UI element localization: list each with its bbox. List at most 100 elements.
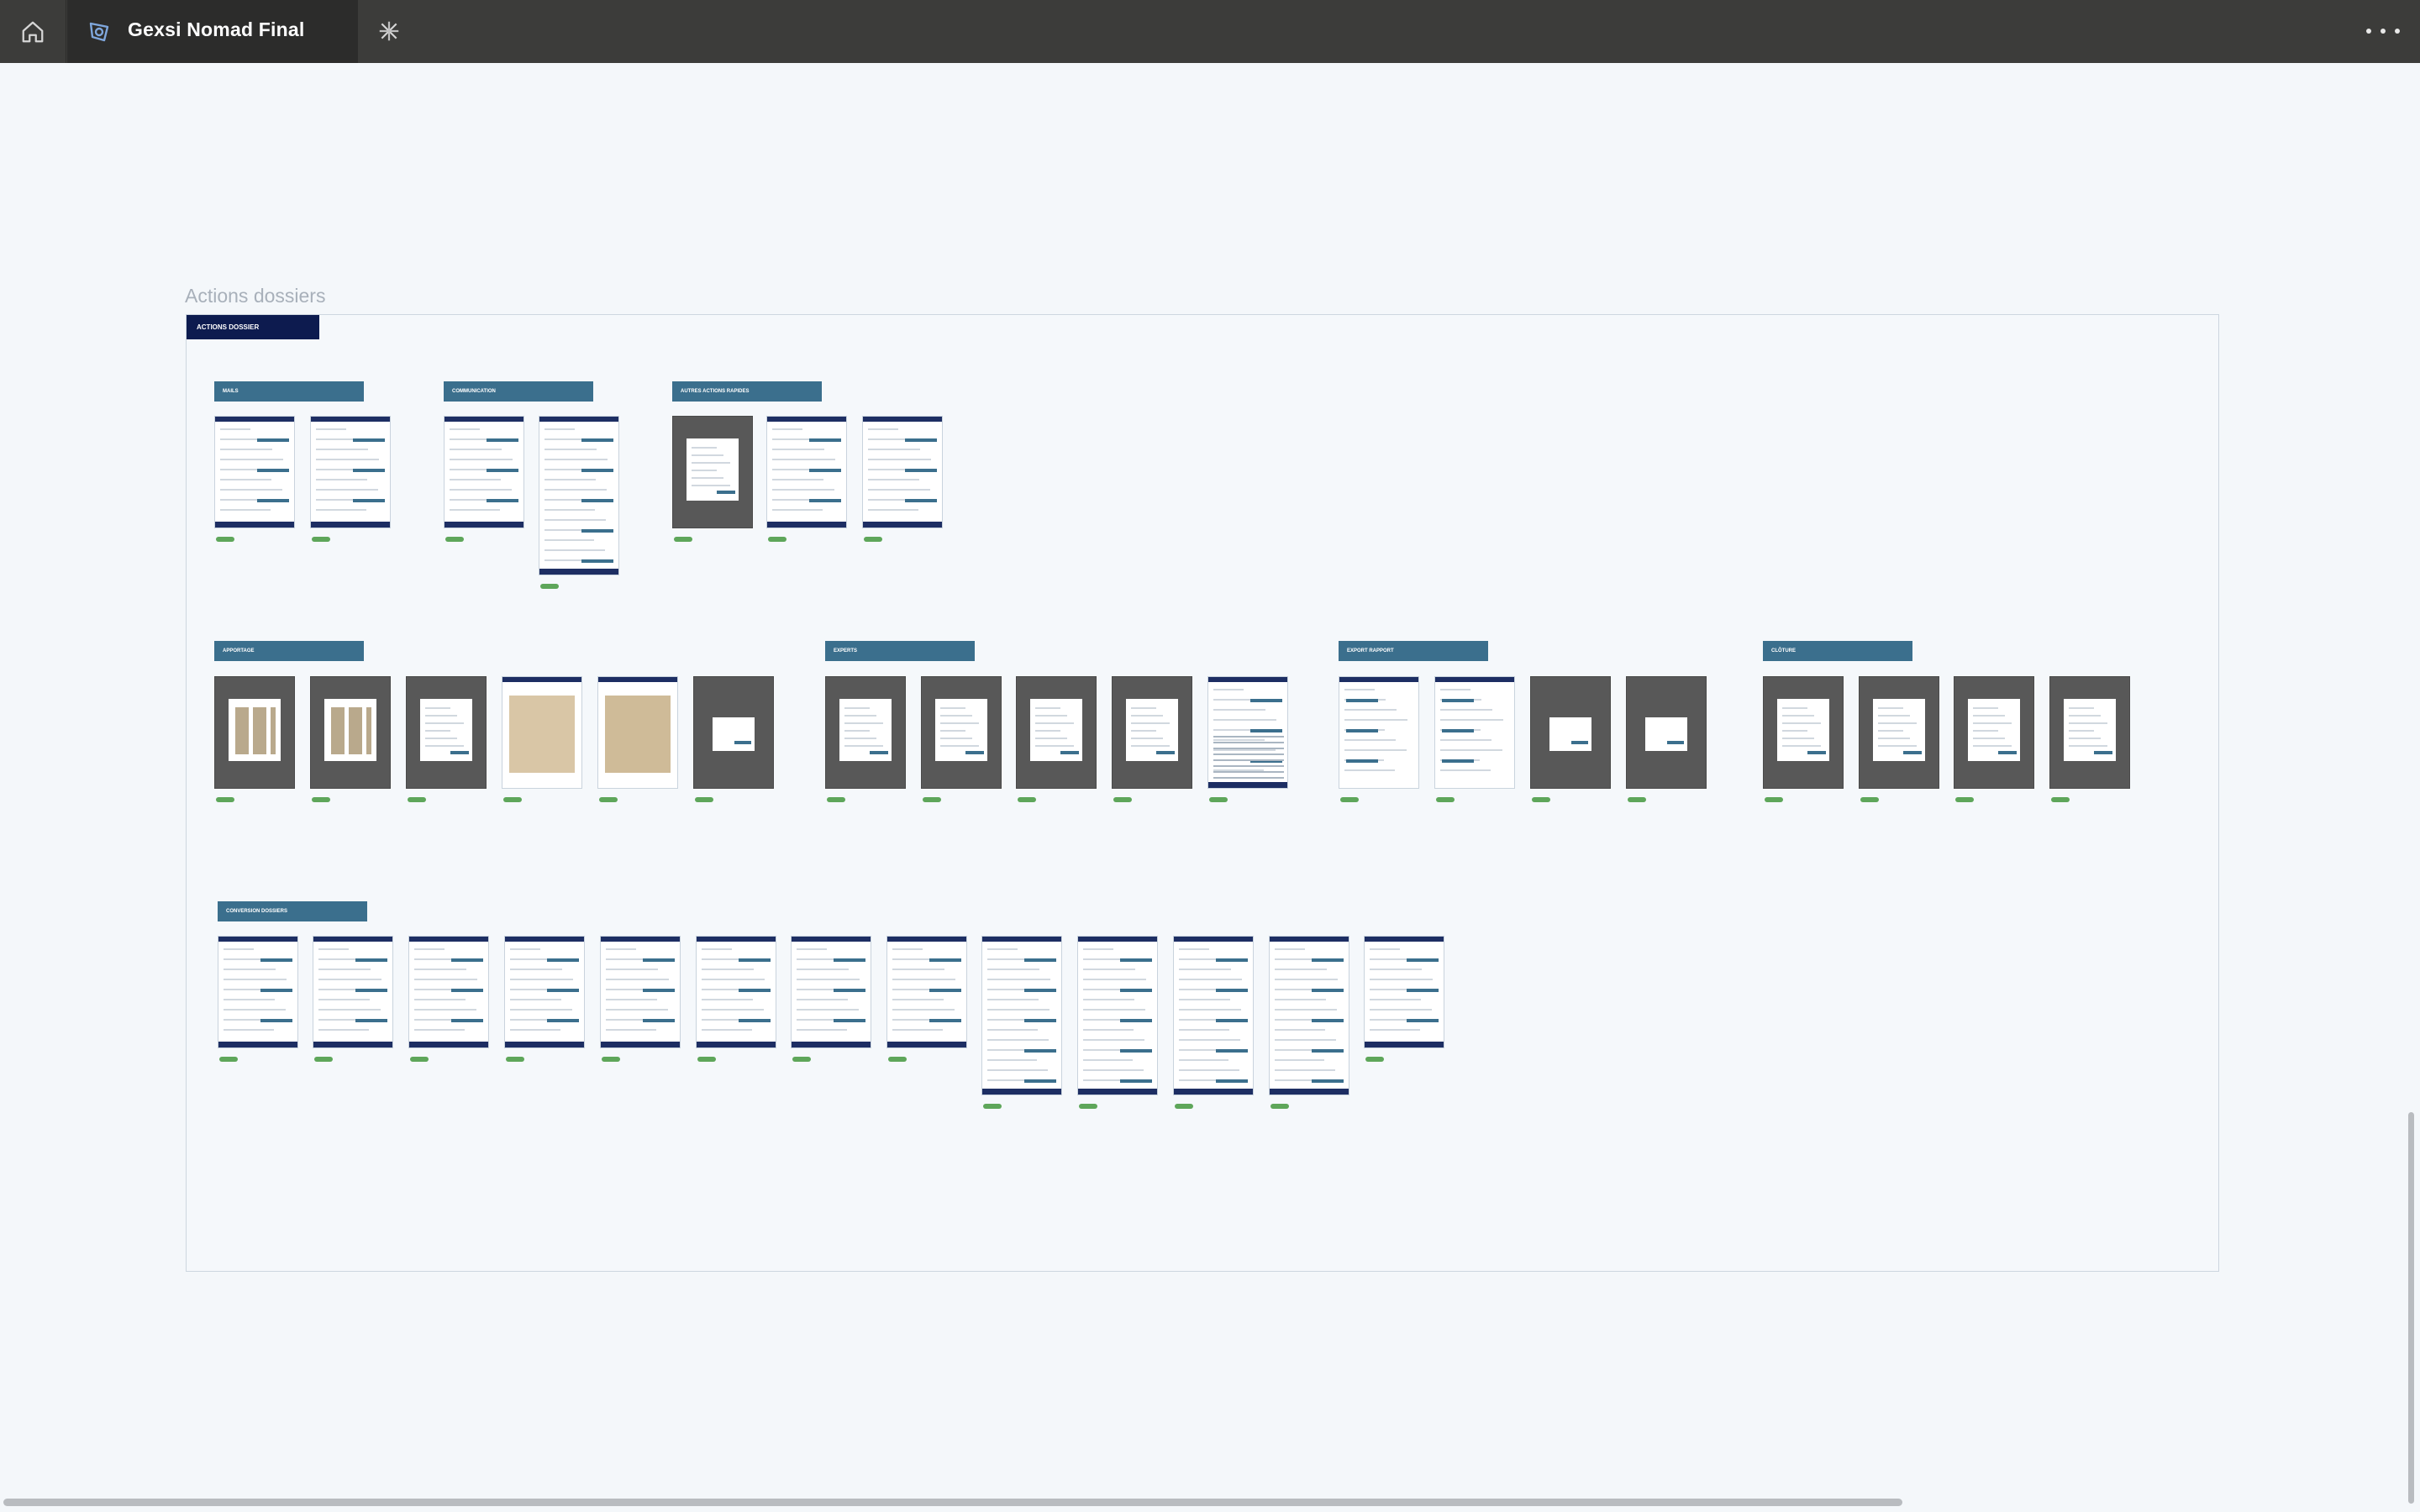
- group-label[interactable]: EXPERTS: [825, 641, 975, 661]
- screen-footer: [1270, 1089, 1349, 1095]
- status-badge: [923, 797, 941, 802]
- horizontal-scrollbar[interactable]: [3, 1499, 1902, 1506]
- status-badge: [1365, 1057, 1384, 1062]
- tab-bar: Gexsi Nomad Final: [0, 0, 2420, 63]
- status-badge: [1209, 797, 1228, 802]
- screen-thumbnail[interactable]: [214, 416, 295, 528]
- modal-preview: [687, 438, 739, 501]
- screen-thumbnail[interactable]: [1077, 936, 1158, 1095]
- screen-thumbnail[interactable]: [1626, 676, 1707, 789]
- group-label[interactable]: APPORTAGE: [214, 641, 364, 661]
- group-label[interactable]: CONVERSION DOSSIERS: [218, 901, 367, 921]
- screen-thumbnail[interactable]: [310, 416, 391, 528]
- screen-thumbnail[interactable]: [597, 676, 678, 789]
- screen-thumbnail[interactable]: [504, 936, 585, 1048]
- status-badge: [1765, 797, 1783, 802]
- screen-header: [1078, 937, 1157, 942]
- status-badge: [1860, 797, 1879, 802]
- status-badge: [1628, 797, 1646, 802]
- status-badge: [312, 797, 330, 802]
- group-label[interactable]: EXPORT RAPPORT: [1339, 641, 1488, 661]
- screen-thumbnail[interactable]: [214, 676, 295, 789]
- screen-header: [863, 417, 942, 422]
- screen-thumbnail[interactable]: [2049, 676, 2130, 789]
- modal-preview: [420, 699, 472, 761]
- status-badge: [602, 1057, 620, 1062]
- modal-preview: [1645, 717, 1687, 751]
- screen-header: [598, 677, 677, 682]
- screen-thumbnail[interactable]: [539, 416, 619, 575]
- screen-thumbnail[interactable]: [1207, 676, 1288, 789]
- screen-footer: [887, 1042, 966, 1047]
- group-label[interactable]: AUTRES ACTIONS RAPIDES: [672, 381, 822, 402]
- screen-footer: [505, 1042, 584, 1047]
- status-badge: [1079, 1104, 1097, 1109]
- screen-thumbnail[interactable]: [408, 936, 489, 1048]
- screen-thumbnail[interactable]: [1339, 676, 1419, 789]
- screen-thumbnail[interactable]: [444, 416, 524, 528]
- vertical-scrollbar[interactable]: [2408, 1112, 2414, 1504]
- screen-thumbnail[interactable]: [672, 416, 753, 528]
- screen-footer: [697, 1042, 776, 1047]
- status-badge: [1175, 1104, 1193, 1109]
- screen-thumbnail[interactable]: [1434, 676, 1515, 789]
- screen-thumbnail[interactable]: [981, 936, 1062, 1095]
- screen-thumbnail[interactable]: [1173, 936, 1254, 1095]
- screen-thumbnail[interactable]: [1859, 676, 1939, 789]
- screen-header: [313, 937, 392, 942]
- screen-thumbnail[interactable]: [791, 936, 871, 1048]
- screen-thumbnail[interactable]: [1269, 936, 1349, 1095]
- screen-footer: [767, 522, 846, 528]
- screen-thumbnail[interactable]: [218, 936, 298, 1048]
- group-label[interactable]: CLÔTURE: [1763, 641, 1912, 661]
- status-badge: [697, 1057, 716, 1062]
- plus-icon[interactable]: [376, 18, 402, 44]
- screen-thumbnail[interactable]: [600, 936, 681, 1048]
- screen-footer: [313, 1042, 392, 1047]
- group-label[interactable]: MAILS: [214, 381, 364, 402]
- modal-preview: [713, 717, 755, 751]
- screen-thumbnail[interactable]: [825, 676, 906, 789]
- screen-thumbnail[interactable]: [313, 936, 393, 1048]
- screen-thumbnail[interactable]: [1954, 676, 2034, 789]
- screen-thumbnail[interactable]: [1530, 676, 1611, 789]
- screen-thumbnail[interactable]: [1016, 676, 1097, 789]
- group-label[interactable]: COMMUNICATION: [444, 381, 593, 402]
- home-button[interactable]: [0, 0, 66, 63]
- screen-footer: [1208, 782, 1287, 788]
- screen-thumbnail[interactable]: [406, 676, 487, 789]
- status-badge: [1113, 797, 1132, 802]
- status-badge: [410, 1057, 429, 1062]
- screen-thumbnail[interactable]: [310, 676, 391, 789]
- screen-footer: [218, 1042, 297, 1047]
- screen-header: [445, 417, 523, 422]
- status-badge: [674, 537, 692, 542]
- status-badge: [695, 797, 713, 802]
- screen-thumbnail[interactable]: [862, 416, 943, 528]
- more-horizontal-icon[interactable]: [2366, 20, 2400, 42]
- screen-thumbnail[interactable]: [1112, 676, 1192, 789]
- screen-header: [218, 937, 297, 942]
- status-badge: [503, 797, 522, 802]
- screen-thumbnail[interactable]: [1364, 936, 1444, 1048]
- screen-thumbnail[interactable]: [1763, 676, 1844, 789]
- screen-header: [409, 937, 488, 942]
- screen-thumbnail[interactable]: [502, 676, 582, 789]
- screen-footer: [311, 522, 390, 528]
- modal-preview: [1777, 699, 1829, 761]
- status-badge: [506, 1057, 524, 1062]
- screen-thumbnail[interactable]: [696, 936, 776, 1048]
- tab-gexsi-nomad-final[interactable]: Gexsi Nomad Final: [67, 0, 397, 63]
- screen-thumbnail[interactable]: [693, 676, 774, 789]
- screen-footer: [1078, 1089, 1157, 1095]
- status-badge: [888, 1057, 907, 1062]
- status-badge: [1018, 797, 1036, 802]
- screen-footer: [1365, 1042, 1444, 1047]
- screen-footer: [445, 522, 523, 528]
- status-badge: [216, 537, 234, 542]
- screen-thumbnail[interactable]: [886, 936, 967, 1048]
- screen-thumbnail[interactable]: [766, 416, 847, 528]
- screen-header: [1339, 677, 1418, 682]
- screen-thumbnail[interactable]: [921, 676, 1002, 789]
- screen-footer: [215, 522, 294, 528]
